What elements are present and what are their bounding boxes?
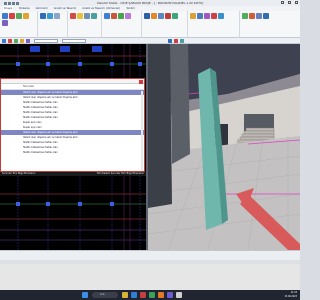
maximize-button[interactable] [288, 1, 291, 4]
copy-icon[interactable] [16, 13, 22, 19]
clock-date: 13.06.2023 [284, 295, 297, 298]
ide-cad-icon[interactable] [140, 292, 146, 298]
issues-dialog: Sorunlar Yeterli olan döşeme adı ve haka… [0, 78, 145, 172]
dimension-icon[interactable] [190, 13, 196, 19]
toolbar-tool-icon[interactable] [26, 38, 30, 43]
toolbar-tool-icon[interactable] [174, 38, 178, 43]
delete-icon[interactable] [9, 13, 15, 19]
app-icon[interactable] [176, 292, 182, 298]
view-3d-icon[interactable] [144, 13, 150, 19]
3d-render [148, 44, 300, 250]
section-icon[interactable] [158, 13, 164, 19]
ribbon-group-6 [188, 11, 240, 38]
taskbar: Ara 11:24 13.06.2023 [0, 290, 300, 300]
app-window: İdeCAD Statik - CİDE ŞABLON PROJE - [ - … [0, 0, 300, 300]
ribbon-group-5 [142, 11, 188, 38]
beam-icon[interactable] [47, 13, 53, 19]
taskbar-clock[interactable]: 11:24 13.06.2023 [284, 291, 297, 299]
start-icon[interactable] [82, 292, 88, 298]
load-icon[interactable] [111, 13, 117, 19]
toolbar-tool-icon[interactable] [20, 38, 24, 43]
minimize-button[interactable] [281, 1, 284, 4]
issues-list: Yeterli olan döşeme adı ve hakal döşeme … [1, 90, 144, 155]
toolbar-tool-icon[interactable] [8, 38, 12, 43]
toolbar-tool-icon[interactable] [2, 38, 6, 43]
browser-icon[interactable] [131, 292, 137, 298]
dialog-status-bar: Sorunlar Tüm Bilgi Ekranların Tüm Kalanl… [0, 172, 146, 176]
file-explorer-icon[interactable] [122, 292, 128, 298]
print-icon[interactable] [218, 13, 224, 19]
rotate-icon[interactable] [2, 20, 8, 26]
desktop-area [0, 264, 300, 290]
import-icon[interactable] [256, 13, 262, 19]
wall-icon[interactable] [54, 13, 60, 19]
ribbon-group-1 [0, 11, 38, 38]
render-icon[interactable] [151, 13, 157, 19]
layer-icon[interactable] [204, 13, 210, 19]
export-icon[interactable] [249, 13, 255, 19]
toolbar-tool-icon[interactable] [180, 38, 184, 43]
dialog-close-button[interactable] [139, 79, 143, 84]
check-icon[interactable] [211, 13, 217, 19]
report-icon[interactable] [125, 13, 131, 19]
toolbar-tool-icon[interactable] [168, 38, 172, 43]
3d-viewport[interactable] [148, 44, 300, 250]
command-bar[interactable] [0, 250, 300, 260]
settings-icon[interactable] [242, 13, 248, 19]
dialog-status-right: Tüm Kalanlı Sorunlar Tüm Bilgi Ekranları… [96, 172, 144, 175]
move-icon[interactable] [23, 13, 29, 19]
app-icon[interactable] [149, 292, 155, 298]
taskbar-search[interactable]: Ara [92, 292, 118, 298]
dialog-status-left: Sorunlar Tüm Bilgi Ekranların [2, 172, 36, 175]
ribbon-group-3 [68, 11, 102, 38]
close-button[interactable] [295, 1, 298, 4]
foundation-icon[interactable] [84, 13, 90, 19]
ribbon-group-7 [240, 11, 300, 38]
ribbon-group-4 [102, 11, 142, 38]
app-icon[interactable] [158, 292, 164, 298]
ribbon-group-2 [38, 11, 68, 38]
stair-icon[interactable] [77, 13, 83, 19]
list-item[interactable]: Statik mabasmesi hatalı olan [1, 150, 144, 155]
ribbon-panel [0, 11, 300, 38]
dialog-titlebar[interactable] [1, 79, 144, 84]
analysis-icon[interactable] [104, 13, 110, 19]
layer-select[interactable] [62, 38, 86, 43]
search-placeholder: Ara [100, 293, 105, 296]
plan-icon[interactable] [172, 13, 178, 19]
window-icon[interactable] [263, 13, 269, 19]
text-icon[interactable] [197, 13, 203, 19]
toolbar-tool-icon[interactable] [14, 38, 18, 43]
window-controls [281, 1, 298, 4]
story-select[interactable] [34, 38, 58, 43]
dialog-scrollbar[interactable] [141, 91, 143, 171]
design-icon[interactable] [118, 13, 124, 19]
column-icon[interactable] [40, 13, 46, 19]
select-icon[interactable] [2, 13, 8, 19]
slab-icon[interactable] [70, 13, 76, 19]
app-icon[interactable] [167, 292, 173, 298]
axis-icon[interactable] [91, 13, 97, 19]
detail-icon[interactable] [165, 13, 171, 19]
